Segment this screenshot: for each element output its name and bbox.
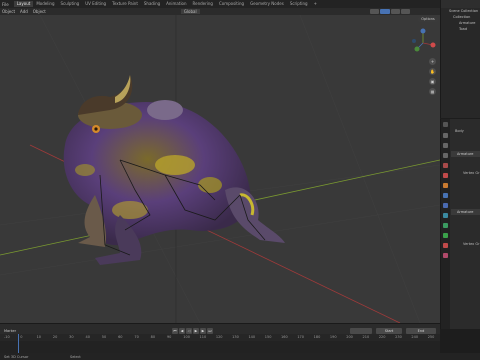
toad-model[interactable] (63, 75, 285, 265)
ruler-tick-label: 230 (395, 335, 402, 339)
object-name: Body (455, 129, 464, 133)
pan-hand-icon[interactable]: ✋ (429, 68, 436, 75)
outliner-row-toad[interactable]: Toad (441, 26, 480, 32)
ruler-tick-label: 140 (248, 335, 256, 339)
ruler-tick-label: 240 (411, 335, 419, 339)
playhead[interactable] (18, 334, 19, 353)
data-tab-icon[interactable] (443, 233, 448, 238)
tab-compositing[interactable]: Compositing (216, 1, 247, 7)
material-tab-icon[interactable] (443, 243, 448, 248)
zoom-icon[interactable]: + (429, 58, 436, 65)
status-bar: Set 3D Cursor Select (0, 353, 480, 360)
ruler-tick-label: 70 (134, 335, 139, 339)
add-workspace-button[interactable]: + (311, 1, 320, 7)
timeline-header: Marker ⏮ ◀ ◁ ▶ ▶ ⏭ Start End (0, 323, 440, 334)
shading-buttons[interactable] (370, 9, 410, 14)
scene-tab-icon[interactable] (443, 163, 448, 168)
ruler-tick-label: 180 (313, 335, 321, 339)
status-left-hint: Set 3D Cursor (4, 354, 29, 359)
outliner-header (441, 0, 480, 8)
navigation-gizmo[interactable] (412, 28, 436, 52)
viewport-canvas (0, 15, 440, 323)
ruler-tick-label: 50 (101, 335, 107, 339)
vertex-group-label-2: Vertex Gr (463, 242, 480, 246)
properties-panel: Body Armature Vertex Gr Armature Vertex … (440, 119, 480, 329)
transform-orientation[interactable]: Global (180, 9, 200, 14)
timeline-ruler[interactable]: -10 0 10 20 30 40 50 60 70 80 90 100 110 120 130 140 150… (0, 334, 440, 341)
output-tab-icon[interactable] (443, 143, 448, 148)
armature-modifier-panel[interactable]: Armature (451, 151, 480, 157)
tab-scripting[interactable]: Scripting (287, 1, 311, 7)
3d-viewport[interactable]: + ✋ ▣ ▦ Options (0, 15, 440, 323)
tab-rendering[interactable]: Rendering (190, 1, 216, 7)
tab-animation[interactable]: Animation (163, 1, 189, 7)
ruler-tick-label: 130 (232, 335, 239, 339)
ruler-tick-label: 30 (69, 335, 74, 339)
ruler-tick-label: 10 (36, 335, 42, 339)
texture-tab-icon[interactable] (443, 253, 448, 258)
camera-view-icon[interactable]: ▣ (429, 78, 436, 85)
ruler-tick-label: 170 (297, 335, 305, 339)
ruler-tick-label: 0 (20, 335, 23, 339)
ruler-tick-label: -10 (4, 335, 10, 339)
menu-file[interactable]: File (2, 2, 9, 7)
status-middle-hint: Select (70, 354, 81, 359)
menu-object-mode[interactable]: Object (2, 9, 15, 14)
ruler-tick-label: 40 (85, 335, 90, 339)
ruler-tick-label: 80 (150, 335, 156, 339)
ruler-tick-label: 220 (378, 335, 386, 339)
tab-layout[interactable]: Layout (13, 1, 34, 7)
vertex-group-label: Vertex Gr (463, 171, 480, 175)
marker-menu[interactable]: Marker (4, 329, 16, 333)
tab-modeling[interactable]: Modeling (33, 1, 57, 7)
options-button[interactable]: Options (418, 17, 438, 22)
tool-tab-icon[interactable] (443, 122, 448, 127)
ruler-tick-label: 150 (264, 335, 272, 339)
ruler-tick-label: 110 (199, 335, 207, 339)
tab-shading[interactable]: Shading (141, 1, 163, 7)
object-tab-icon[interactable] (443, 183, 448, 188)
ruler-tick-label: 20 (52, 335, 58, 339)
top-menu-bar: File Layout Modeling Sculpting UV Editin… (0, 0, 480, 8)
wireframe-shading-icon[interactable] (370, 9, 380, 14)
constraints-tab-icon[interactable] (443, 223, 448, 228)
material-shading-icon[interactable] (390, 9, 400, 14)
ruler-tick-label: 200 (346, 335, 353, 339)
ruler-tick-label: 90 (166, 335, 172, 339)
ruler-tick-label: 160 (281, 335, 288, 339)
tab-texture-paint[interactable]: Texture Paint (109, 1, 141, 7)
solid-shading-icon[interactable] (380, 9, 390, 14)
world-tab-icon[interactable] (443, 173, 448, 178)
tab-geometry-nodes[interactable]: Geometry Nodes (247, 1, 287, 7)
ruler-tick-label: 120 (215, 335, 223, 339)
rendered-shading-icon[interactable] (400, 9, 410, 14)
tab-uv-editing[interactable]: UV Editing (82, 1, 109, 7)
physics-tab-icon[interactable] (443, 213, 448, 218)
ruler-tick-label: 190 (329, 335, 337, 339)
perspective-toggle-icon[interactable]: ▦ (429, 88, 436, 95)
options-label: Options (421, 17, 435, 21)
timeline-body[interactable] (0, 334, 440, 353)
view-layer-tab-icon[interactable] (443, 153, 448, 158)
menu-add[interactable]: Add (20, 9, 28, 14)
ruler-tick-label: 210 (362, 335, 370, 339)
modifier-tab-icon[interactable] (443, 193, 448, 198)
ruler-tick-label: 60 (118, 335, 123, 339)
render-tab-icon[interactable] (443, 133, 448, 138)
armature-modifier-panel-2[interactable]: Armature (451, 209, 480, 215)
ruler-tick-label: 250 (427, 335, 435, 339)
menu-object[interactable]: Object (33, 9, 46, 14)
tab-sculpting[interactable]: Sculpting (58, 1, 83, 7)
ruler-tick-label: 100 (183, 335, 190, 339)
outliner-panel: Scene Collection Collection Armature Toa… (440, 0, 480, 118)
particles-tab-icon[interactable] (443, 203, 448, 208)
